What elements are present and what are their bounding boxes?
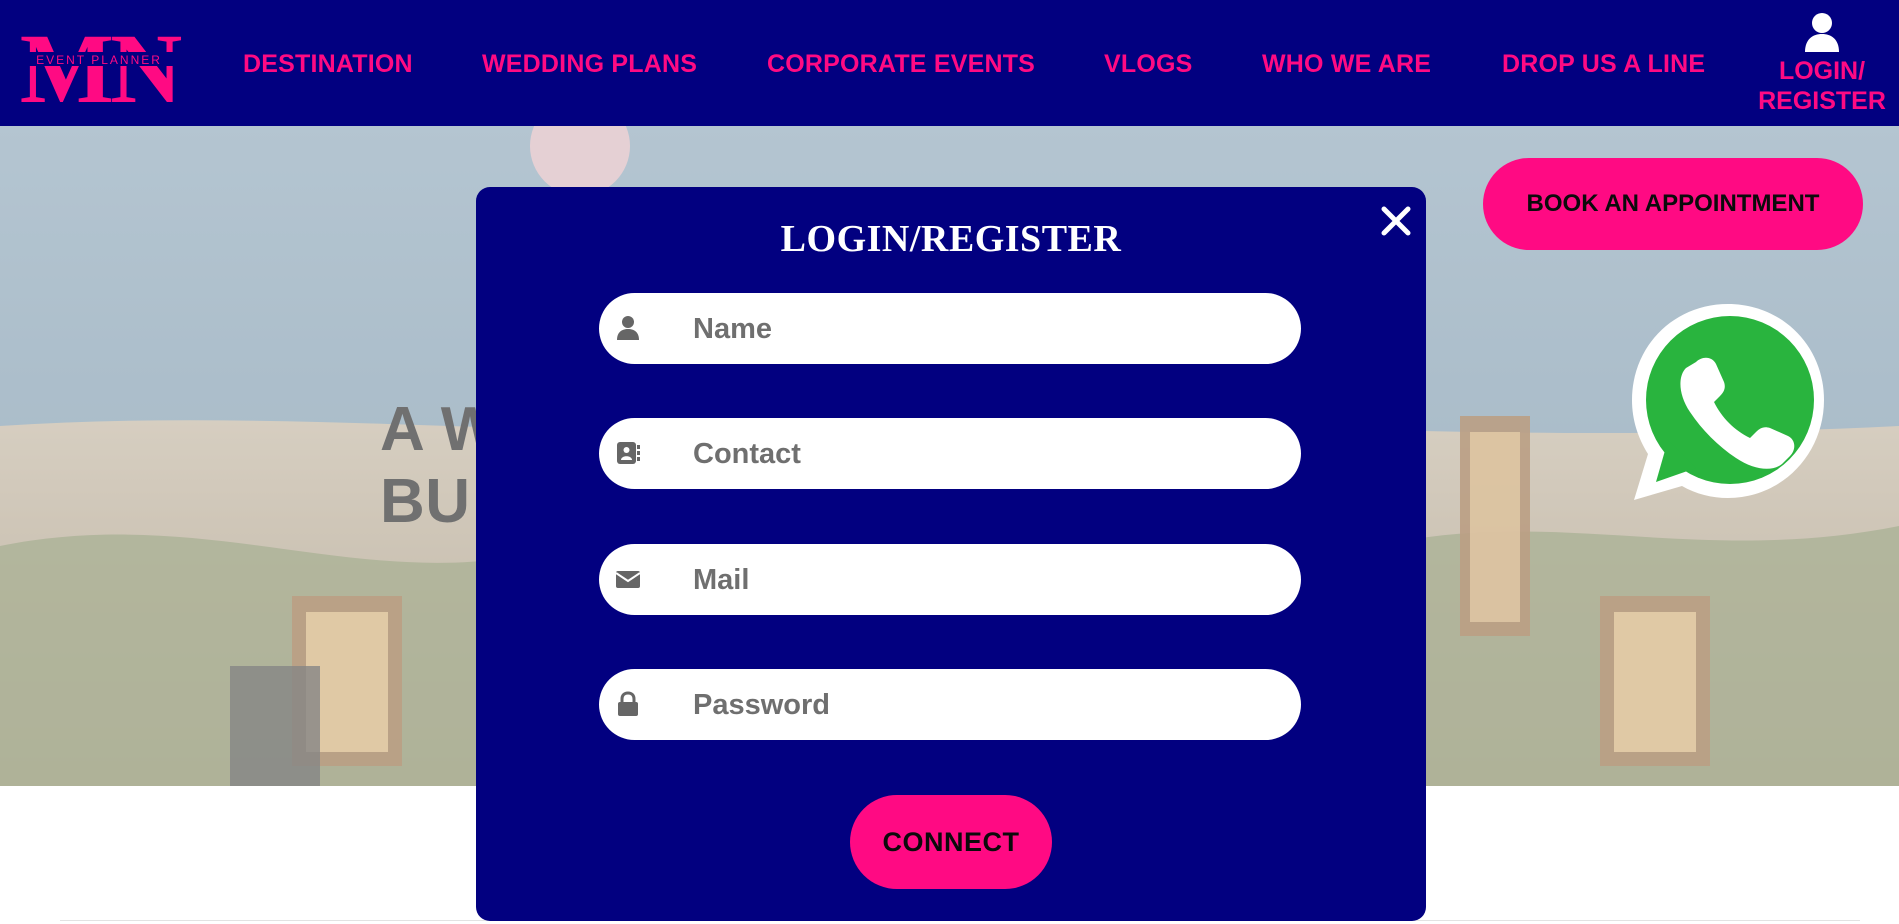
nav-who-we-are[interactable]: WHO WE ARE xyxy=(1262,50,1431,79)
nav-drop-us-a-line[interactable]: DROP US A LINE xyxy=(1502,50,1705,79)
mail-input[interactable] xyxy=(691,544,1275,617)
nav-wedding-plans[interactable]: WEDDING PLANS xyxy=(482,50,697,79)
mail-field xyxy=(599,544,1301,617)
contact-input[interactable] xyxy=(691,418,1275,491)
whatsapp-icon[interactable] xyxy=(1626,300,1830,504)
close-icon xyxy=(1381,206,1411,236)
logo[interactable]: MN EVENT PLANNER xyxy=(16,14,182,110)
lock-icon xyxy=(613,689,643,719)
contact-card-icon xyxy=(613,438,643,468)
logo-tagline: EVENT PLANNER xyxy=(36,53,162,67)
nav-destination[interactable]: DESTINATION xyxy=(243,50,413,79)
login-register-modal: LOGIN/REGISTER Name Contact Mail CONNECT xyxy=(476,187,1426,921)
site-header: MN EVENT PLANNER DESTINATION WEDDING PLA… xyxy=(0,0,1899,126)
book-appointment-button[interactable]: BOOK AN APPOINTMENT xyxy=(1483,158,1863,250)
envelope-icon xyxy=(613,564,643,594)
password-input[interactable] xyxy=(691,669,1275,742)
contact-field xyxy=(599,418,1301,491)
name-input[interactable] xyxy=(691,293,1275,366)
close-button[interactable] xyxy=(1374,199,1418,243)
user-icon xyxy=(1803,12,1841,52)
nav-corporate-events[interactable]: CORPORATE EVENTS xyxy=(767,50,1035,79)
name-field xyxy=(599,293,1301,366)
login-register-link[interactable]: LOGIN/ REGISTER xyxy=(1756,12,1888,116)
user-icon xyxy=(613,313,643,343)
password-field xyxy=(599,669,1301,742)
nav-vlogs[interactable]: VLOGS xyxy=(1104,50,1193,79)
connect-button[interactable]: CONNECT xyxy=(850,795,1052,889)
modal-title: LOGIN/REGISTER xyxy=(780,218,1122,260)
login-register-label: LOGIN/ REGISTER xyxy=(1758,57,1886,115)
